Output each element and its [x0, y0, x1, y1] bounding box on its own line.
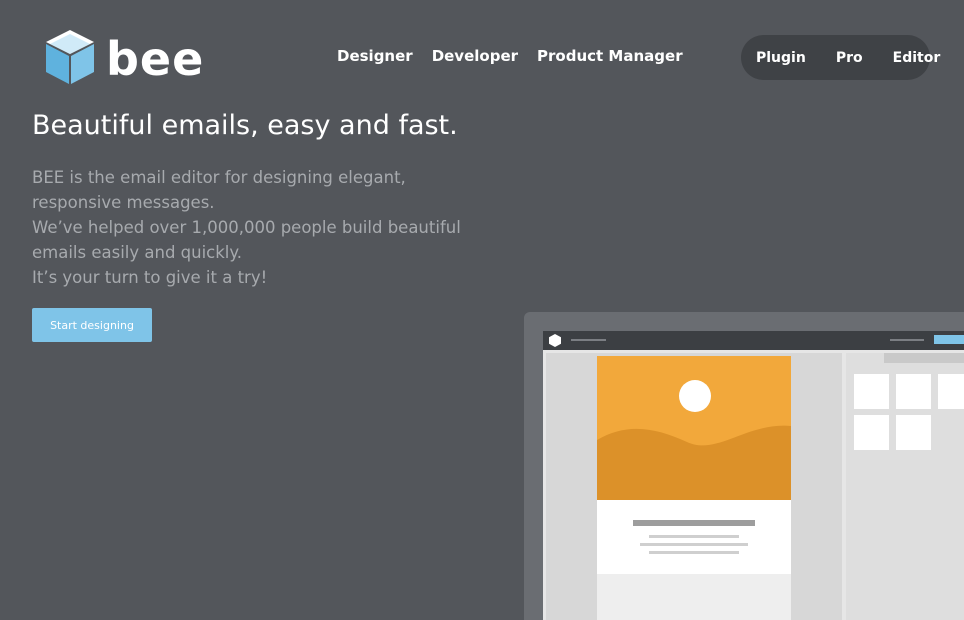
mockup-block-tile — [854, 374, 889, 409]
nav-link-product-manager[interactable]: Product Manager — [537, 47, 683, 65]
mockup-toolbar-line — [571, 339, 606, 341]
bee-logo[interactable]: bee — [42, 28, 203, 88]
nav-link-developer[interactable]: Developer — [432, 47, 518, 65]
description-line: We’ve helped over 1,000,000 people build… — [32, 218, 461, 237]
mockup-block-tile — [938, 374, 964, 409]
description-line: It’s your turn to give it a try! — [32, 268, 268, 287]
page: bee Designer Developer Product Manager P… — [0, 0, 964, 620]
mockup-text-line — [649, 535, 739, 538]
cube-icon — [46, 30, 94, 84]
mockup-text-line — [640, 543, 748, 546]
mockup-toolbar-line — [890, 339, 924, 341]
audience-nav: Designer Developer Product Manager — [337, 47, 683, 65]
mockup-block-tile — [896, 415, 931, 450]
description-line: emails easily and quickly. — [32, 243, 243, 262]
product-switcher: Plugin Pro Editor — [741, 35, 940, 80]
mockup-hero-image — [597, 356, 791, 500]
product-editor[interactable]: Editor — [878, 45, 956, 71]
product-plugin[interactable]: Plugin — [741, 45, 821, 71]
mockup-heading-line — [633, 520, 755, 526]
mockup-block-tile — [896, 374, 931, 409]
hero-description: BEE is the email editor for designing el… — [32, 165, 502, 290]
mockup-panel-header — [884, 353, 964, 363]
mockup-block-tile — [854, 415, 889, 450]
logo-wordmark: bee — [106, 32, 205, 86]
nav-link-designer[interactable]: Designer — [337, 47, 413, 65]
product-pro[interactable]: Pro — [821, 45, 878, 71]
mockup-text-line — [649, 551, 739, 554]
hills-icon — [597, 425, 791, 500]
start-designing-button[interactable]: Start designing — [32, 308, 152, 342]
description-line: BEE is the email editor for designing el… — [32, 168, 406, 187]
page-title: Beautiful emails, easy and fast. — [32, 110, 458, 141]
description-line: responsive messages. — [32, 193, 215, 212]
mockup-toolbar-button — [934, 335, 964, 344]
